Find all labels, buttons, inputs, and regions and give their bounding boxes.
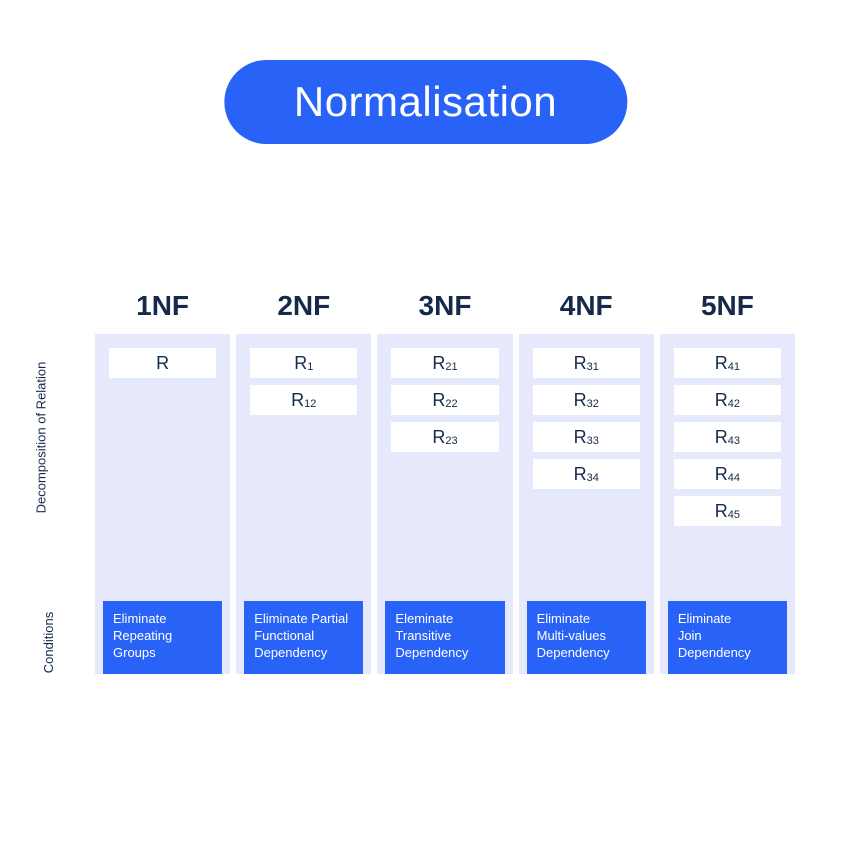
relation-box: R42 xyxy=(674,385,781,415)
relation-subscript: 31 xyxy=(587,361,599,373)
column-body: R Eliminate Repeating Groups xyxy=(95,334,230,674)
side-label-decomposition: Decomposition of Relation xyxy=(33,362,48,514)
page-title: Normalisation xyxy=(224,60,627,144)
relation-box: R33 xyxy=(533,422,640,452)
column-2nf: 2NF R1 R12 Eliminate Partial Functional Dep… xyxy=(236,290,371,674)
relation-subscript: 34 xyxy=(587,472,599,484)
relation-subscript: 12 xyxy=(304,398,316,410)
condition-box: Eliminate Multi-values Dependency xyxy=(527,601,646,674)
relation-subscript: 33 xyxy=(587,435,599,447)
relation-box: R34 xyxy=(533,459,640,489)
column-4nf: 4NF R31 R32 R33 R34 Eliminate Multi-values De… xyxy=(519,290,654,674)
relation-box: R43 xyxy=(674,422,781,452)
column-header: 3NF xyxy=(377,290,512,322)
relation-box: R21 xyxy=(391,348,498,378)
relation-subscript: 22 xyxy=(445,398,457,410)
column-body: R1 R12 Eliminate Partial Functional Depend… xyxy=(236,334,371,674)
condition-box: Eleminate Transitive Dependency xyxy=(385,601,504,674)
condition-box: Eliminate Repeating Groups xyxy=(103,601,222,674)
column-header: 4NF xyxy=(519,290,654,322)
relation-subscript: 23 xyxy=(445,435,457,447)
column-header: 2NF xyxy=(236,290,371,322)
column-3nf: 3NF R21 R22 R23 Eleminate Transitive Depende… xyxy=(377,290,512,674)
relation-box: R41 xyxy=(674,348,781,378)
relation-box: R22 xyxy=(391,385,498,415)
relation-stack: R xyxy=(103,348,222,378)
relation-subscript: 44 xyxy=(728,472,740,484)
relation-box: R23 xyxy=(391,422,498,452)
column-header: 5NF xyxy=(660,290,795,322)
relation-box: R1 xyxy=(250,348,357,378)
column-body: R31 R32 R33 R34 Eliminate Multi-values Depen… xyxy=(519,334,654,674)
relation-stack: R21 R22 R23 xyxy=(385,348,504,452)
relation-subscript: 1 xyxy=(307,361,313,373)
relation-box: R32 xyxy=(533,385,640,415)
column-body: R21 R22 R23 Eleminate Transitive Dependency xyxy=(377,334,512,674)
columns-container: 1NF R Eliminate Repeating Groups 2NF R1 R12 El… xyxy=(95,290,795,674)
relation-box: R31 xyxy=(533,348,640,378)
relation-subscript: 32 xyxy=(587,398,599,410)
relation-stack: R41 R42 R43 R44 R45 xyxy=(668,348,787,526)
side-label-conditions: Conditions xyxy=(41,612,56,673)
relation-subscript: 41 xyxy=(728,361,740,373)
relation-subscript: 42 xyxy=(728,398,740,410)
relation-stack: R1 R12 xyxy=(244,348,363,415)
relation-box: R xyxy=(109,348,216,378)
condition-box: Eliminate Partial Functional Dependency xyxy=(244,601,363,674)
relation-subscript: 21 xyxy=(445,361,457,373)
diagram-area: 1NF R Eliminate Repeating Groups 2NF R1 R12 El… xyxy=(95,290,795,674)
relation-box: R44 xyxy=(674,459,781,489)
condition-box: Eliminate Join Dependency xyxy=(668,601,787,674)
relation-box: R45 xyxy=(674,496,781,526)
relation-subscript: 45 xyxy=(728,509,740,521)
column-5nf: 5NF R41 R42 R43 R44 R45 Eliminate Join Depende… xyxy=(660,290,795,674)
column-1nf: 1NF R Eliminate Repeating Groups xyxy=(95,290,230,674)
relation-subscript: 43 xyxy=(728,435,740,447)
column-header: 1NF xyxy=(95,290,230,322)
relation-stack: R31 R32 R33 R34 xyxy=(527,348,646,489)
column-body: R41 R42 R43 R44 R45 Eliminate Join Dependency xyxy=(660,334,795,674)
relation-box: R12 xyxy=(250,385,357,415)
